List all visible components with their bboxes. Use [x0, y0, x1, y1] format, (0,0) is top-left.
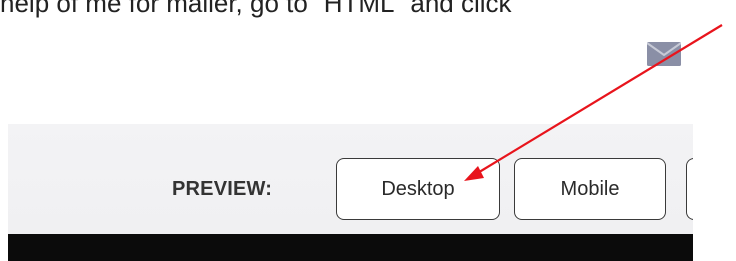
- mobile-preview-button[interactable]: Mobile: [514, 158, 666, 220]
- desktop-preview-button[interactable]: Desktop: [336, 158, 500, 220]
- preview-label: PREVIEW:: [172, 178, 273, 200]
- editor-dark-bar: [8, 234, 693, 261]
- crop-edge: [693, 120, 736, 261]
- mail-envelope-icon[interactable]: [647, 42, 681, 66]
- screenshot-stage: help of me for mailer, go to “HTML” and …: [0, 0, 736, 261]
- instruction-text: help of me for mailer, go to “HTML” and …: [0, 0, 512, 18]
